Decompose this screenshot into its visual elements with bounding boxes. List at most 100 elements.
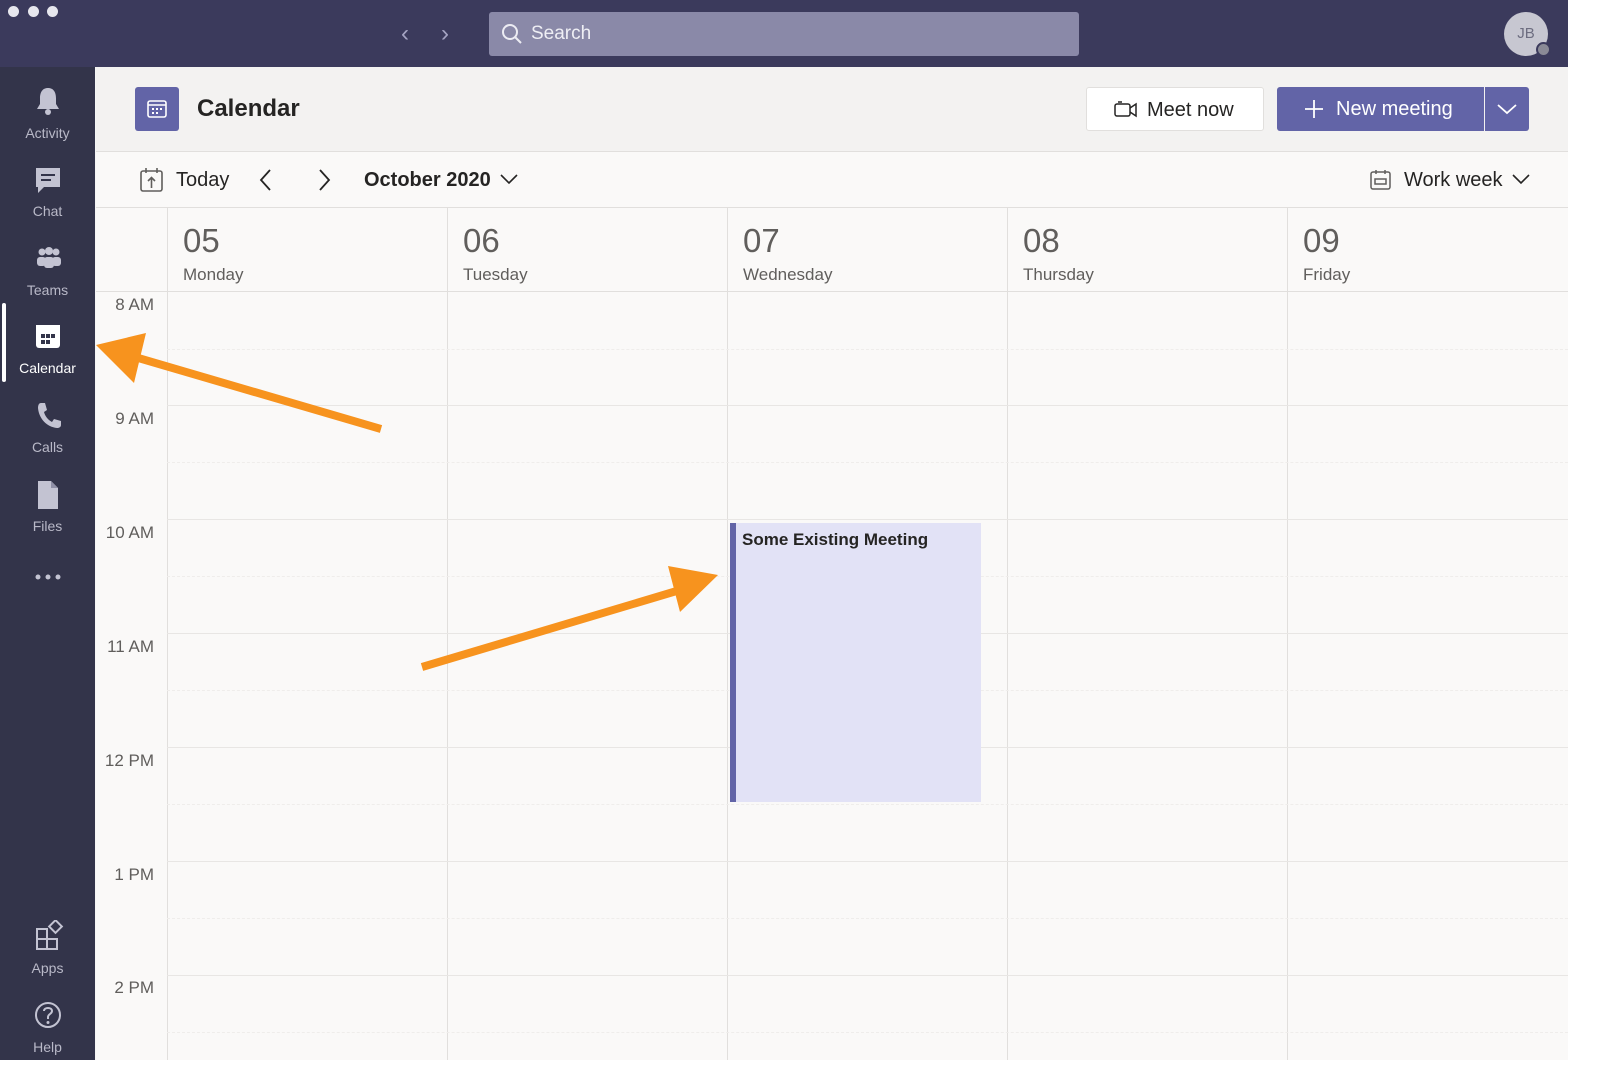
file-icon bbox=[38, 481, 58, 509]
hour-line bbox=[167, 405, 1568, 406]
rail-label-activity: Activity bbox=[25, 125, 70, 141]
app-rail: Activity Chat Teams Calendar Calls Files… bbox=[0, 67, 95, 1060]
search-input[interactable] bbox=[531, 12, 1051, 56]
half-hour-line bbox=[167, 349, 1568, 350]
event-title: Some Existing Meeting bbox=[742, 530, 929, 549]
previous-week-chevron-icon[interactable] bbox=[258, 168, 274, 192]
day-number: 06 bbox=[463, 222, 500, 259]
day-number: 05 bbox=[183, 222, 220, 259]
grid-column-divider bbox=[167, 208, 168, 1060]
search-icon bbox=[502, 24, 522, 44]
chat-icon bbox=[36, 168, 60, 193]
bell-icon bbox=[37, 88, 59, 115]
more-apps-button[interactable] bbox=[0, 562, 95, 592]
time-label: 10 AM bbox=[105, 523, 154, 542]
search-box[interactable] bbox=[489, 12, 1079, 56]
grid-column-divider bbox=[1007, 208, 1008, 1060]
calendar-icon bbox=[36, 325, 60, 348]
half-hour-line bbox=[167, 1032, 1568, 1033]
hour-line bbox=[167, 861, 1568, 862]
time-label: 2 PM bbox=[114, 978, 154, 997]
help-icon bbox=[35, 1002, 61, 1028]
rail-item-activity[interactable]: Activity bbox=[0, 81, 95, 155]
rail-item-chat[interactable]: Chat bbox=[0, 159, 95, 233]
day-name: Wednesday bbox=[743, 265, 833, 284]
rail-label-files: Files bbox=[32, 518, 63, 534]
avatar[interactable]: JB bbox=[1504, 12, 1551, 57]
day-header-wednesday[interactable]: 07 Wednesday bbox=[728, 208, 1008, 291]
month-picker-button[interactable]: October 2020 bbox=[364, 169, 491, 192]
rail-label-teams: Teams bbox=[26, 282, 69, 298]
rail-item-teams[interactable]: Teams bbox=[0, 238, 95, 312]
view-switcher-button[interactable]: Work week bbox=[1404, 169, 1503, 192]
apps-icon bbox=[36, 920, 64, 950]
day-name: Tuesday bbox=[463, 265, 528, 284]
day-number: 09 bbox=[1303, 222, 1340, 259]
today-calendar-icon[interactable] bbox=[139, 166, 165, 194]
week-grid[interactable]: 05 Monday 06 Tuesday 07 Wednesday 08 Thu… bbox=[96, 208, 1568, 1060]
view-calendar-icon bbox=[1370, 170, 1391, 190]
calendar-event[interactable]: Some Existing Meeting bbox=[730, 523, 981, 802]
day-name: Monday bbox=[183, 265, 244, 284]
rail-item-calls[interactable]: Calls bbox=[0, 395, 95, 469]
new-meeting-dropdown-button[interactable] bbox=[1485, 87, 1529, 131]
day-header-monday[interactable]: 05 Monday bbox=[168, 208, 448, 291]
teams-icon bbox=[37, 247, 61, 268]
next-week-chevron-icon[interactable] bbox=[316, 168, 332, 192]
grid-column-divider bbox=[727, 208, 728, 1060]
rail-item-apps[interactable]: Apps bbox=[0, 916, 95, 990]
calendar-header: Calendar Meet now New meeting bbox=[96, 67, 1568, 152]
time-label: 9 AM bbox=[115, 409, 154, 428]
meet-now-label: Meet now bbox=[1147, 99, 1234, 121]
rail-label-chat: Chat bbox=[32, 203, 63, 219]
day-name: Thursday bbox=[1023, 265, 1094, 284]
day-header-friday[interactable]: 09 Friday bbox=[1288, 208, 1568, 291]
day-number: 07 bbox=[743, 222, 780, 259]
time-label: 1 PM bbox=[114, 865, 154, 884]
rail-item-calendar[interactable]: Calendar bbox=[0, 316, 95, 390]
page-title: Calendar bbox=[197, 95, 300, 122]
rail-label-calendar: Calendar bbox=[19, 360, 76, 376]
title-bar: ‹ › JB bbox=[0, 0, 1568, 67]
calendar-app-icon bbox=[135, 87, 179, 131]
rail-item-help[interactable]: Help bbox=[0, 995, 95, 1060]
half-hour-line bbox=[167, 918, 1568, 919]
new-meeting-label: New meeting bbox=[1336, 98, 1453, 120]
day-header-thursday[interactable]: 08 Thursday bbox=[1008, 208, 1288, 291]
rail-label-help: Help bbox=[33, 1039, 62, 1055]
phone-icon bbox=[38, 403, 61, 428]
rail-item-files[interactable]: Files bbox=[0, 474, 95, 548]
meet-now-button[interactable]: Meet now bbox=[1086, 87, 1264, 131]
video-camera-icon bbox=[1114, 101, 1137, 118]
rail-label-apps: Apps bbox=[31, 960, 64, 976]
presence-status-icon bbox=[1536, 42, 1551, 57]
hour-line bbox=[167, 519, 1568, 520]
calendar-icon bbox=[147, 100, 167, 118]
chevron-down-icon[interactable] bbox=[1512, 173, 1530, 185]
window-close-dot[interactable] bbox=[8, 6, 19, 17]
back-arrow-icon[interactable]: ‹ bbox=[392, 20, 418, 48]
time-label: 8 AM bbox=[115, 295, 154, 314]
half-hour-line bbox=[167, 804, 1568, 805]
plus-icon bbox=[1305, 100, 1323, 118]
day-header-tuesday[interactable]: 06 Tuesday bbox=[448, 208, 728, 291]
ellipsis-icon bbox=[35, 574, 60, 580]
window-minimize-dot[interactable] bbox=[28, 6, 39, 17]
window-zoom-dot[interactable] bbox=[47, 6, 58, 17]
day-header-divider bbox=[96, 291, 1568, 292]
teams-window: ‹ › JB Activity bbox=[0, 0, 1568, 1060]
half-hour-line bbox=[167, 462, 1568, 463]
rail-label-calls: Calls bbox=[31, 439, 64, 455]
today-button[interactable]: Today bbox=[176, 169, 229, 192]
chevron-down-icon bbox=[1497, 104, 1517, 115]
hour-line bbox=[167, 975, 1568, 976]
new-meeting-button[interactable]: New meeting bbox=[1277, 87, 1484, 131]
calendar-toolbar: Today October 2020 Work week bbox=[96, 152, 1568, 208]
time-label: 12 PM bbox=[104, 751, 154, 770]
time-label: 11 AM bbox=[107, 637, 154, 656]
chevron-down-icon[interactable] bbox=[500, 173, 518, 185]
grid-column-divider bbox=[1287, 208, 1288, 1060]
avatar-initials: JB bbox=[1517, 25, 1535, 42]
forward-arrow-icon[interactable]: › bbox=[432, 20, 458, 48]
day-name: Friday bbox=[1303, 265, 1351, 284]
